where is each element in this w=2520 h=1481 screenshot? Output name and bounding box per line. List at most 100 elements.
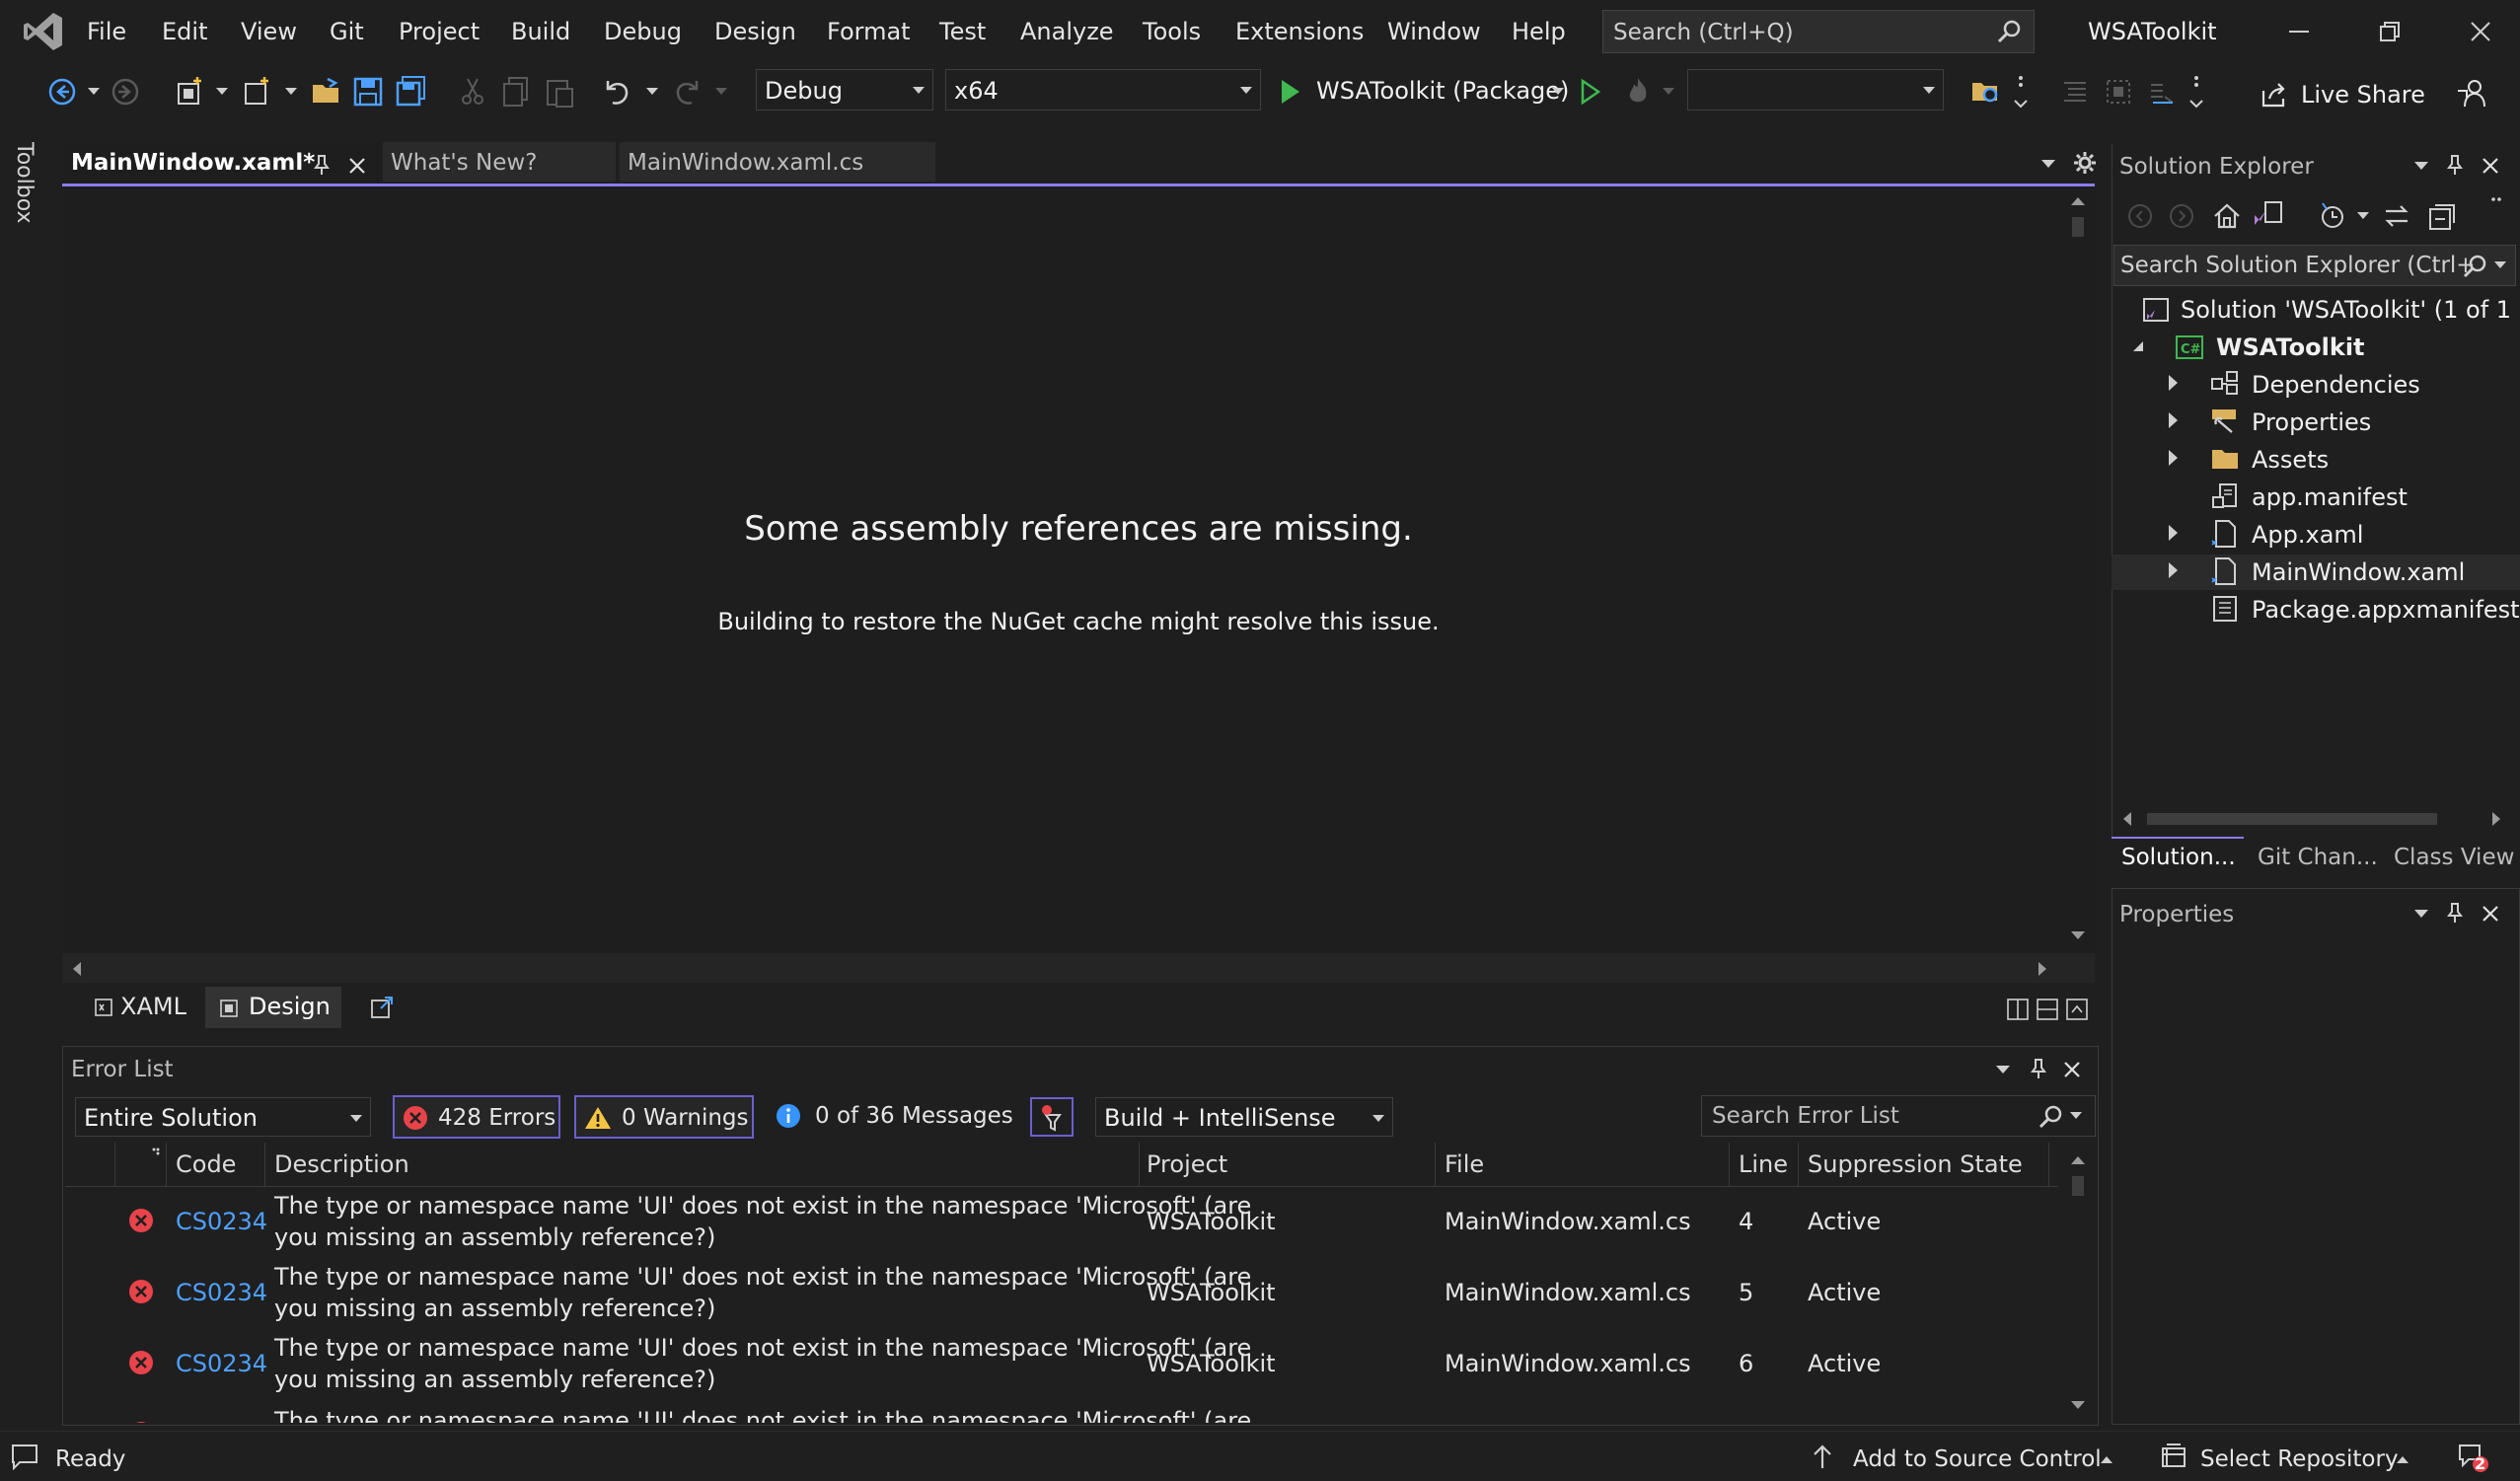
designer-vertical-scrollbar[interactable] <box>2062 187 2094 953</box>
solution-platform-select[interactable]: x64 <box>945 69 1261 111</box>
redo-icon[interactable] <box>671 75 704 109</box>
start-without-debugging-icon[interactable] <box>1579 77 1602 107</box>
global-search-input[interactable]: Search (Ctrl+Q) <box>1602 10 2035 53</box>
tree-item-dependencies[interactable]: Dependencies <box>2252 371 2420 399</box>
collapsed-arrow-icon[interactable] <box>2169 562 2178 578</box>
vs-logo-icon[interactable] <box>22 10 65 53</box>
scroll-left-icon[interactable] <box>71 961 83 977</box>
errors-filter-button[interactable]: 428 Errors <box>393 1095 560 1139</box>
collapsed-arrow-icon[interactable] <box>2169 375 2178 391</box>
designer-horizontal-scrollbar[interactable] <box>62 953 2095 985</box>
error-code-link[interactable]: CS0234 <box>176 1350 267 1377</box>
tab-class-view[interactable]: Class View <box>2394 845 2514 870</box>
save-icon[interactable] <box>351 75 385 109</box>
scroll-thumb[interactable] <box>2072 1176 2084 1196</box>
tree-project-wsatoolkit[interactable]: WSAToolkit <box>2216 333 2365 361</box>
new-project-dropdown-icon[interactable] <box>215 87 229 97</box>
menu-format[interactable]: Format <box>827 18 911 45</box>
tab-whats-new[interactable]: What's New? <box>391 150 537 187</box>
popout-xaml-icon[interactable] <box>369 995 395 1020</box>
hot-reload-icon[interactable] <box>1622 75 1654 107</box>
tree-item-assets[interactable]: Assets <box>2252 446 2329 474</box>
messages-filter-button[interactable]: 0 of 36 Messages <box>768 1095 1013 1139</box>
undo-dropdown-icon[interactable] <box>645 87 659 97</box>
scroll-down-icon[interactable] <box>2070 929 2086 941</box>
warnings-filter-button[interactable]: 0 Warnings <box>574 1095 754 1139</box>
solution-configuration-select[interactable]: Debug <box>756 69 933 111</box>
forward-icon[interactable] <box>109 75 142 109</box>
close-panel-icon[interactable] <box>2481 156 2500 176</box>
back-icon[interactable] <box>2125 201 2155 231</box>
expanded-arrow-icon[interactable] <box>2131 339 2145 353</box>
panel-menu-dropdown-icon[interactable] <box>1995 1064 2011 1075</box>
paste-icon[interactable] <box>543 75 576 109</box>
menu-test[interactable]: Test <box>939 18 986 45</box>
menu-design[interactable]: Design <box>714 18 796 45</box>
menu-extensions[interactable]: Extensions <box>1235 18 1364 45</box>
scroll-thumb[interactable] <box>2147 813 2437 825</box>
tree-item-app-xaml[interactable]: App.xaml <box>2252 521 2363 549</box>
column-header-file[interactable]: File <box>1445 1150 1484 1178</box>
tree-item-mainwindow-xaml[interactable]: MainWindow.xaml <box>2252 558 2465 586</box>
open-folder-icon[interactable] <box>310 75 343 109</box>
close-window-icon[interactable] <box>2469 20 2492 43</box>
close-panel-icon[interactable] <box>2481 904 2500 924</box>
toolbox-tab[interactable]: Toolbox <box>12 142 37 224</box>
tab-list-dropdown-icon[interactable] <box>2040 158 2056 170</box>
live-share-button[interactable]: Live Share <box>2301 81 2425 109</box>
show-all-files-icon[interactable] <box>1969 75 2003 109</box>
undo-icon[interactable] <box>600 75 633 109</box>
menu-build[interactable]: Build <box>511 18 570 45</box>
menu-view[interactable]: View <box>241 18 297 45</box>
back-icon[interactable] <box>45 75 79 109</box>
pin-tab-icon[interactable] <box>312 154 332 176</box>
selection-icon[interactable] <box>2104 77 2133 107</box>
minimize-icon[interactable] <box>2287 20 2311 43</box>
run-target-button[interactable]: WSAToolkit (Package) <box>1316 77 1569 105</box>
live-share-icon[interactable] <box>2260 81 2287 109</box>
xaml-designer-surface[interactable] <box>62 184 2095 955</box>
redo-dropdown-icon[interactable] <box>714 87 728 97</box>
xaml-view-tab[interactable]: XAML <box>120 993 186 1020</box>
menu-debug[interactable]: Debug <box>604 18 682 45</box>
collapsed-arrow-icon[interactable] <box>2169 412 2178 428</box>
collapsed-arrow-icon[interactable] <box>2169 525 2178 541</box>
scroll-left-icon[interactable] <box>2121 811 2133 827</box>
menu-tools[interactable]: Tools <box>1143 18 1201 45</box>
add-to-source-control-button[interactable]: Add to Source Control <box>1853 1446 2102 1472</box>
collapsed-arrow-icon[interactable] <box>2169 450 2178 466</box>
menu-help[interactable]: Help <box>1512 18 1566 45</box>
error-scope-select[interactable]: Entire Solution <box>75 1097 371 1137</box>
search-error-list-input[interactable]: Search Error List <box>1701 1095 2096 1137</box>
home-icon[interactable] <box>2212 201 2242 231</box>
tree-item-app-manifest[interactable]: app.manifest <box>2252 483 2408 511</box>
scroll-right-icon[interactable] <box>2037 961 2048 977</box>
collapse-all-icon[interactable] <box>2427 201 2457 231</box>
select-repository-button[interactable]: Select Repository <box>2200 1446 2399 1472</box>
pin-panel-icon[interactable] <box>2029 1058 2048 1079</box>
solution-search-input[interactable]: Search Solution Explorer (Ctrl+ <box>2113 245 2516 286</box>
pin-panel-icon[interactable] <box>2445 902 2465 924</box>
settings-gear-icon[interactable] <box>2072 150 2098 176</box>
close-tab-icon[interactable] <box>347 156 367 176</box>
tab-mainwindow-xaml[interactable]: MainWindow.xaml* <box>71 150 315 187</box>
scroll-thumb[interactable] <box>2072 217 2084 237</box>
menu-window[interactable]: Window <box>1387 18 1481 45</box>
collapse-pane-icon[interactable] <box>2066 999 2088 1020</box>
column-header-suppression-state[interactable]: Suppression State <box>1808 1150 2023 1178</box>
menu-edit[interactable]: Edit <box>162 18 207 45</box>
panel-menu-dropdown-icon[interactable] <box>2413 160 2429 172</box>
column-chooser-icon[interactable] <box>146 1147 162 1162</box>
pin-panel-icon[interactable] <box>2445 154 2465 176</box>
startup-item-select[interactable] <box>1687 69 1944 111</box>
scroll-down-icon[interactable] <box>2070 1399 2086 1411</box>
toolbar-overflow-icon[interactable] <box>2488 195 2504 209</box>
tab-solution-explorer[interactable]: Solution... <box>2121 845 2236 870</box>
add-item-icon[interactable] <box>241 75 274 109</box>
search-options-dropdown-icon[interactable] <box>2493 260 2507 270</box>
menu-git[interactable]: Git <box>330 18 364 45</box>
hot-reload-dropdown-icon[interactable] <box>1662 87 1675 97</box>
search-options-dropdown-icon[interactable] <box>2069 1111 2083 1121</box>
feedback-icon[interactable] <box>2455 77 2488 111</box>
error-code-link[interactable]: CS0234 <box>176 1208 267 1235</box>
